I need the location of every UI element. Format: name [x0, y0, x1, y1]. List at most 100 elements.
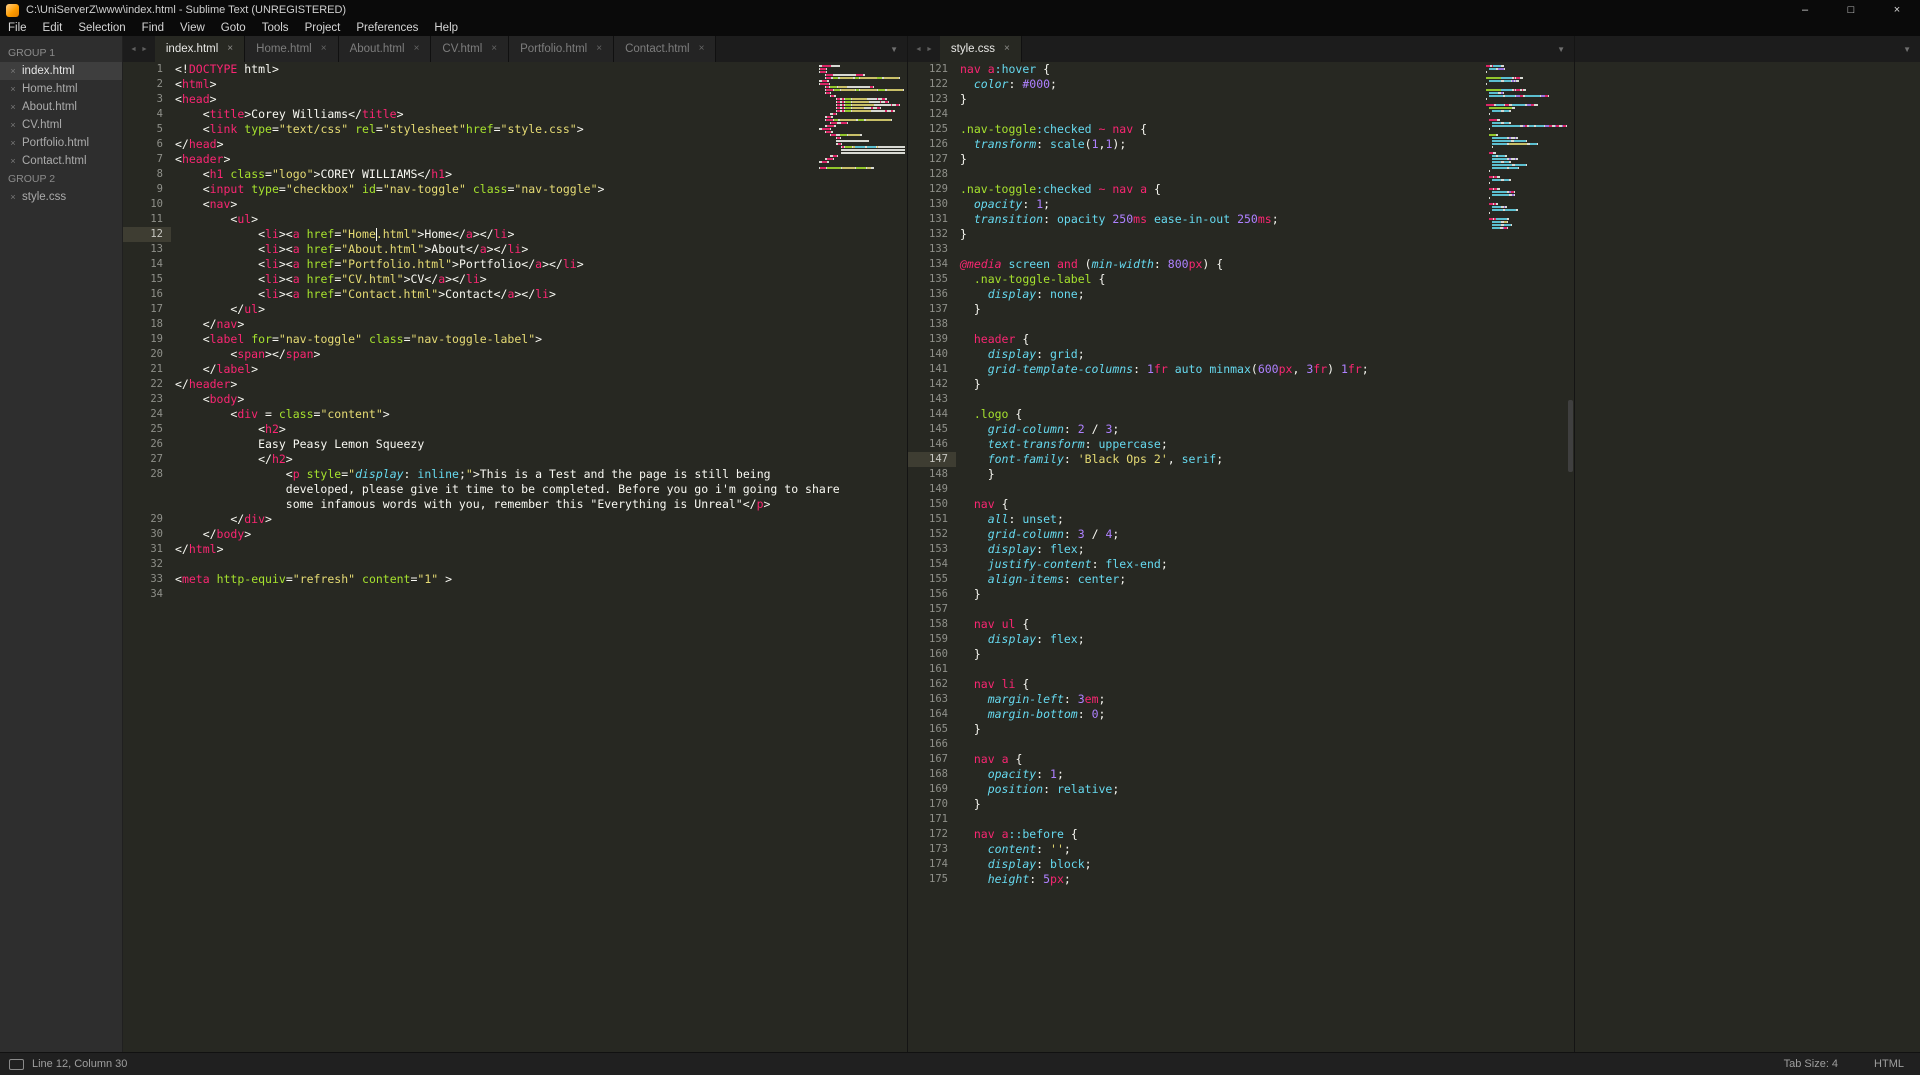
close-file-icon[interactable]: × — [8, 84, 18, 94]
code-line[interactable]: 24 <div = class="content"> — [123, 407, 907, 422]
code-line[interactable]: 167 nav a { — [908, 752, 1574, 767]
close-file-icon[interactable]: × — [8, 102, 18, 112]
code-line[interactable]: 161 — [908, 662, 1574, 677]
code-line[interactable]: 32 — [123, 557, 907, 572]
tab-next-button[interactable]: ► — [141, 46, 148, 53]
code-line[interactable]: 127} — [908, 152, 1574, 167]
code-line[interactable]: some infamous words with you, remember t… — [123, 497, 907, 512]
code-line[interactable]: 12 <li><a href="Home.html">Home</a></li> — [123, 227, 907, 242]
code-line[interactable]: 2 <html> — [123, 77, 907, 92]
code-line[interactable]: 143 — [908, 392, 1574, 407]
code-line[interactable]: 19 <label for="nav-toggle" class="nav-to… — [123, 332, 907, 347]
code-area-2[interactable]: 121 nav a:hover {122 color: #000; 123} 124 1… — [908, 62, 1574, 1053]
code-line[interactable]: 175 height: 5px; — [908, 872, 1574, 887]
code-line[interactable]: 130 opacity: 1; — [908, 197, 1574, 212]
tab-close-icon[interactable]: × — [1004, 44, 1010, 54]
tab-close-icon[interactable]: × — [491, 44, 497, 54]
close-file-icon[interactable]: × — [8, 156, 18, 166]
code-line[interactable]: 135 .nav-toggle-label { — [908, 272, 1574, 287]
editor-1[interactable]: 1 <!DOCTYPE html> 2 <html> 3 <head> 4 <title>C… — [123, 62, 907, 1053]
code-line[interactable]: 137 } — [908, 302, 1574, 317]
code-line[interactable]: 131 transition: opacity 250ms ease-in-ou… — [908, 212, 1574, 227]
code-line[interactable]: 26 Easy Peasy Lemon Squeezy — [123, 437, 907, 452]
status-syntax[interactable]: HTML — [1874, 1058, 1904, 1070]
tab-prev-button[interactable]: ◄ — [915, 46, 922, 53]
code-line[interactable]: 128 — [908, 167, 1574, 182]
code-line[interactable]: 140 display: grid; — [908, 347, 1574, 362]
menu-item-project[interactable]: Project — [297, 20, 349, 36]
code-line[interactable]: 11 <ul> — [123, 212, 907, 227]
code-line[interactable]: 155 align-items: center; — [908, 572, 1574, 587]
tab-Home.html[interactable]: Home.html × — [245, 36, 339, 62]
code-line[interactable]: 151 all: unset; — [908, 512, 1574, 527]
code-line[interactable]: 163 margin-left: 3em; — [908, 692, 1574, 707]
editor-3[interactable] — [1575, 62, 1920, 1053]
code-line[interactable]: 30 </body> — [123, 527, 907, 542]
code-line[interactable]: 125 .nav-toggle:checked ~ nav { — [908, 122, 1574, 137]
code-line[interactable]: 141 grid-template-columns: 1fr auto minm… — [908, 362, 1574, 377]
code-line[interactable]: 126 transform: scale(1,1); — [908, 137, 1574, 152]
menu-item-goto[interactable]: Goto — [213, 20, 254, 36]
code-line[interactable]: 1 <!DOCTYPE html> — [123, 62, 907, 77]
code-line[interactable]: 14 <li><a href="Portfolio.html">Portfoli… — [123, 257, 907, 272]
menu-item-preferences[interactable]: Preferences — [348, 20, 426, 36]
code-line[interactable]: 133 — [908, 242, 1574, 257]
code-line[interactable]: 7 <header> — [123, 152, 907, 167]
code-line[interactable]: 158 nav ul { — [908, 617, 1574, 632]
code-line[interactable]: 8 <h1 class="logo">COREY WILLIAMS</h1> — [123, 167, 907, 182]
code-line[interactable]: 169 position: relative; — [908, 782, 1574, 797]
tab-style.css[interactable]: style.css × — [939, 36, 1022, 62]
code-line[interactable]: 166 — [908, 737, 1574, 752]
code-line[interactable]: 23 <body> — [123, 392, 907, 407]
minimap-1[interactable] — [819, 65, 905, 1053]
code-line[interactable]: 132} — [908, 227, 1574, 242]
code-line[interactable]: 10 <nav> — [123, 197, 907, 212]
minimap-2[interactable] — [1486, 65, 1572, 1053]
code-line[interactable]: 25 <h2> — [123, 422, 907, 437]
close-file-icon[interactable]: × — [8, 120, 18, 130]
code-line[interactable]: 144 .logo { — [908, 407, 1574, 422]
code-line[interactable]: 4 <title>Corey Williams</title> — [123, 107, 907, 122]
code-line[interactable]: 134 @media screen and (min-width: 800px) … — [908, 257, 1574, 272]
code-line[interactable]: 160 } — [908, 647, 1574, 662]
code-area-1[interactable]: 1 <!DOCTYPE html> 2 <html> 3 <head> 4 <title>C… — [123, 62, 907, 1053]
code-line[interactable]: 22 </header> — [123, 377, 907, 392]
code-line[interactable]: 28 <p style="display: inline;">This is a… — [123, 467, 907, 482]
code-line[interactable]: 34 — [123, 587, 907, 602]
close-file-icon[interactable]: × — [8, 192, 18, 202]
code-line[interactable]: 149 — [908, 482, 1574, 497]
tab-next-button[interactable]: ► — [926, 46, 933, 53]
code-line[interactable]: 165 } — [908, 722, 1574, 737]
code-line[interactable]: 16 <li><a href="Contact.html">Contact</a… — [123, 287, 907, 302]
code-line[interactable]: 27 </h2> — [123, 452, 907, 467]
status-tab-size[interactable]: Tab Size: 4 — [1784, 1058, 1838, 1070]
code-line[interactable]: 145 grid-column: 2 / 3; — [908, 422, 1574, 437]
code-line[interactable]: 9 <input type="checkbox" id="nav-toggle"… — [123, 182, 907, 197]
scrollbar-thumb[interactable] — [1568, 400, 1573, 472]
tab-close-icon[interactable]: × — [699, 44, 705, 54]
tab-close-icon[interactable]: × — [227, 44, 233, 54]
code-line[interactable]: 121 nav a:hover { — [908, 62, 1574, 77]
tab-About.html[interactable]: About.html × — [338, 36, 432, 62]
sidebar-item-Contact.html[interactable]: × Contact.html — [0, 152, 122, 170]
code-line[interactable]: 157 — [908, 602, 1574, 617]
code-line[interactable]: 20 <span></span> — [123, 347, 907, 362]
code-line[interactable]: 31 </html> — [123, 542, 907, 557]
tab-overflow-button[interactable]: ▼ — [881, 36, 907, 62]
tab-close-icon[interactable]: × — [596, 44, 602, 54]
sidebar-item-Portfolio.html[interactable]: × Portfolio.html — [0, 134, 122, 152]
code-line[interactable]: 17 </ul> — [123, 302, 907, 317]
close-file-icon[interactable]: × — [8, 66, 18, 76]
code-line[interactable]: 29 </div> — [123, 512, 907, 527]
code-line[interactable]: 152 grid-column: 3 / 4; — [908, 527, 1574, 542]
code-line[interactable]: 159 display: flex; — [908, 632, 1574, 647]
tab-prev-button[interactable]: ◄ — [130, 46, 137, 53]
tab-overflow-button[interactable]: ▼ — [1894, 36, 1920, 62]
code-line[interactable]: 153 display: flex; — [908, 542, 1574, 557]
code-line[interactable]: 21 </label> — [123, 362, 907, 377]
code-line[interactable]: 136 display: none; — [908, 287, 1574, 302]
close-button[interactable]: × — [1874, 0, 1920, 20]
code-line[interactable]: 170 } — [908, 797, 1574, 812]
menu-item-help[interactable]: Help — [426, 20, 466, 36]
maximize-button[interactable]: □ — [1828, 0, 1874, 20]
